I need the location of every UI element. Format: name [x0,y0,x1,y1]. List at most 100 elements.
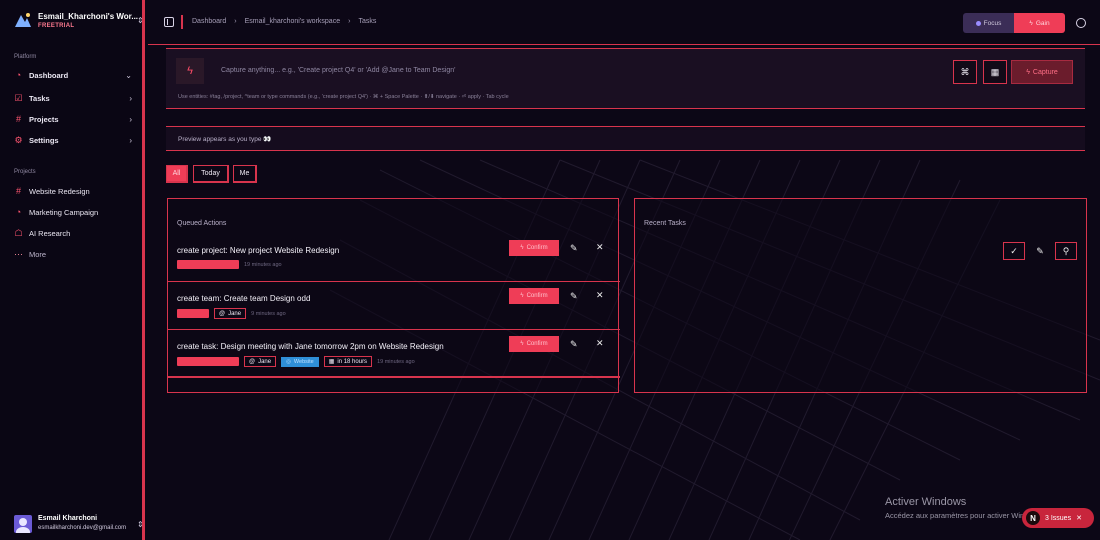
sidebar-item-settings[interactable]: ⚙ Settings › [14,133,136,147]
sidebar-project-website-redesign[interactable]: # Website Redesign [14,184,136,198]
queued-action-row: create team: Create team Design odd @ Ja… [168,282,620,330]
breadcrumb: Dashboard › Esmail_kharchoni's workspace… [192,18,376,25]
bolt-icon: ϟ [520,293,524,299]
capture-submit-button[interactable]: ϟ Capture [1011,60,1073,84]
projects-icon: # [15,113,21,124]
sidebar-item-projects[interactable]: # Projects › [14,112,136,126]
sidebar-item-label: Tasks [29,93,50,103]
filter-label: Today [201,170,220,177]
top-bar: Dashboard › Esmail_kharchoni's workspace… [148,0,1100,45]
recent-tasks-panel: Recent Tasks ✓ ✎ ⚲ [634,198,1087,393]
breadcrumb-separator: › [234,18,237,25]
timestamp: 19 minutes ago [244,261,282,268]
check-icon: ✓ [1010,245,1018,256]
command-palette-button[interactable]: ⌘ [953,60,977,84]
type-tag [177,357,239,366]
confirm-label: Confirm [526,245,548,251]
calendar-button[interactable]: ▦ [983,60,1007,84]
pin-task-button[interactable]: ⚲ [1055,242,1077,260]
bolt-icon: ϟ [176,58,204,84]
capture-input[interactable]: Capture anything... e.g., 'Create projec… [221,67,456,74]
issues-badge[interactable]: N 3 Issues ✕ [1022,508,1094,528]
confirm-button[interactable]: ϟ Confirm [509,288,559,304]
bolt-icon: ϟ [1026,68,1030,76]
sidebar-project-ai-research[interactable]: ☖ AI Research [14,226,136,240]
chart-icon: ◔ [15,206,22,217]
palette-icon[interactable] [1076,18,1086,28]
breadcrumb-workspace[interactable]: Esmail_kharchoni's workspace [245,18,341,25]
user-menu[interactable]: Esmail Kharchoni esmailkharchoni.dev@gma… [14,515,126,533]
close-icon[interactable]: ✕ [1076,514,1082,522]
preview-text: Preview appears as you type 👀 [178,136,272,143]
queued-action-tags: 19 minutes ago [177,260,282,269]
confirm-label: Confirm [526,293,548,299]
sidebar-item-label: Settings [29,135,59,145]
queued-action-text: create task: Design meeting with Jane to… [177,342,444,351]
platform-section-label: Platform [14,54,37,60]
sidebar-more-label: More [29,249,47,259]
queued-action-tags: @ Jane 9 minutes ago [177,308,286,319]
sidebar-toggle-icon[interactable] [164,17,174,27]
next-logo-icon: N [1026,511,1040,525]
mode-toggle: Focus ϟ Gain [963,13,1065,33]
confirm-label: Confirm [526,341,548,347]
bolt-icon: ϟ [520,341,524,347]
filter-all[interactable]: All [166,165,188,183]
chevron-updown-icon[interactable]: ⇕ [137,16,144,25]
sidebar: Esmail_Kharchoni's Wor... FREETRIAL ⇕ Pl… [0,0,145,540]
timestamp: 9 minutes ago [251,310,286,317]
queued-action-row: create task: Design meeting with Jane to… [168,330,620,378]
project-name: Website [293,358,314,365]
sidebar-item-label: Projects [29,114,59,124]
chevron-right-icon: › [129,93,132,103]
queued-action-text: create team: Create team Design odd [177,294,311,303]
divider [181,15,183,29]
timestamp: 19 minutes ago [377,358,415,365]
assignee-tag: @ Jane [214,308,247,319]
queued-action-text: create project: New project Website Rede… [177,246,340,255]
plan-badge: FREETRIAL [38,23,75,29]
sidebar-more[interactable]: ··· More [14,247,136,261]
confirm-button[interactable]: ϟ Confirm [509,336,559,352]
close-icon[interactable]: ✕ [596,290,604,301]
edit-icon[interactable]: ✎ [570,243,578,254]
close-icon[interactable]: ✕ [596,338,604,349]
close-icon[interactable]: ✕ [596,242,604,253]
edit-icon[interactable]: ✎ [570,339,578,350]
gain-mode-button[interactable]: ϟ Gain [1014,13,1065,33]
windows-activation-text: Accédez aux paramètres pour activer Wind… [885,511,1044,520]
chevron-right-icon: › [129,135,132,145]
breadcrumb-tasks: Tasks [358,18,377,25]
filter-label: All [172,170,181,177]
user-name: Esmail Kharchoni [38,515,98,522]
workspace-logo-icon [15,13,31,27]
robot-icon: ☖ [14,227,23,238]
sidebar-project-label: AI Research [29,228,71,238]
more-icon: ··· [14,248,23,259]
edit-icon[interactable]: ✎ [570,291,578,302]
sidebar-item-tasks[interactable]: ☑ Tasks › [14,91,136,105]
pin-icon: ⚲ [1062,245,1070,256]
complete-task-button[interactable]: ✓ [1003,242,1025,260]
type-tag [177,260,239,269]
confirm-button[interactable]: ϟ Confirm [509,240,559,256]
issues-label: 3 Issues [1045,514,1072,522]
capture-submit-label: Capture [1032,68,1058,76]
chevron-updown-icon[interactable]: ⇕ [137,520,144,529]
workspace-switcher[interactable]: Esmail_Kharchoni's Wor... FREETRIAL [14,12,138,29]
preview-bar: Preview appears as you type 👀 [166,126,1085,151]
sidebar-project-marketing-campaign[interactable]: ◔ Marketing Campaign [14,205,136,219]
breadcrumb-separator: › [348,18,351,25]
edit-task-button[interactable]: ✎ [1029,242,1051,260]
capture-bar: ϟ Capture anything... e.g., 'Create proj… [166,48,1085,109]
filter-today[interactable]: Today [193,165,229,183]
focus-dot-icon [975,20,981,26]
sidebar-item-label: Dashboard [29,70,69,80]
sidebar-item-dashboard[interactable]: ◔ Dashboard ⌄ [14,68,136,82]
filter-me[interactable]: Me [233,165,257,183]
gain-label: Gain [1035,19,1050,27]
queued-actions-title: Queued Actions [177,220,227,227]
due-tag: ▦ in 18 hours [323,356,373,367]
breadcrumb-dashboard[interactable]: Dashboard [192,18,226,25]
focus-mode-button[interactable]: Focus [963,13,1014,33]
